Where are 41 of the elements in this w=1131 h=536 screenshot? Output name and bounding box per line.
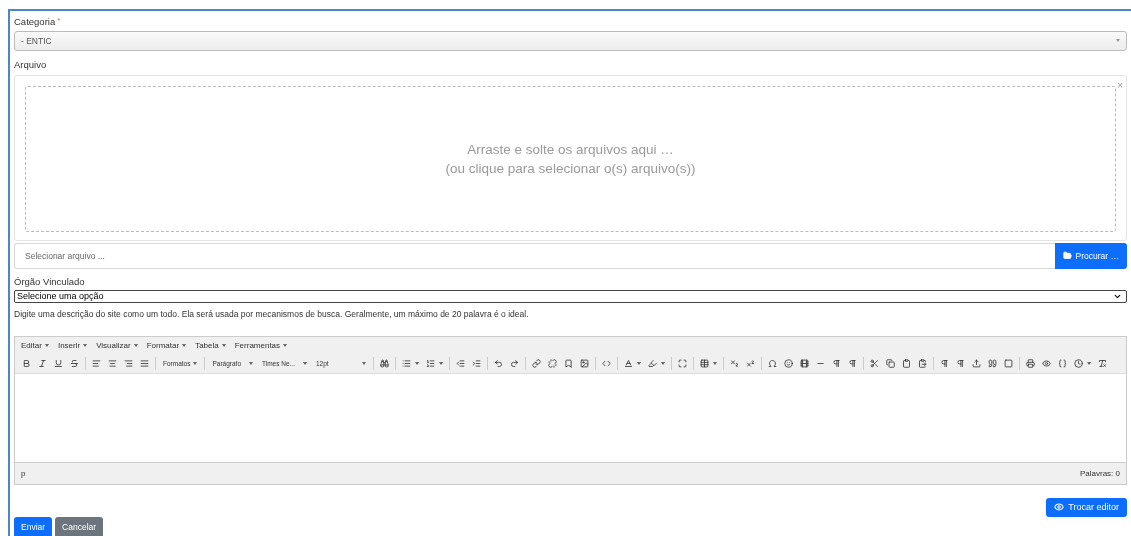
unlink-icon[interactable] xyxy=(545,359,560,369)
menu-item[interactable]: Tabela xyxy=(195,341,226,351)
category-select[interactable]: - ENTIC xyxy=(14,31,1127,51)
square-icon[interactable] xyxy=(1001,359,1016,369)
field-label: Arquivo xyxy=(14,58,48,70)
description-hint: Digite uma descrição do site como um todo. Ela será usada por mecanismos de busca. Geralmente, um máximo de 20 palavra é o ideal. xyxy=(14,309,530,320)
organ-select[interactable]: Selecione uma opção xyxy=(14,289,1127,304)
omega-icon[interactable] xyxy=(765,359,780,369)
menu-item[interactable]: Editar xyxy=(21,341,49,351)
folder-icon xyxy=(1062,251,1072,261)
menu-item[interactable]: Ferramentas xyxy=(234,341,288,351)
file-input-field[interactable]: Selecionar arquivo ... xyxy=(14,242,1055,269)
outdent-icon[interactable] xyxy=(453,359,468,369)
align-justify-icon[interactable] xyxy=(137,359,152,369)
menu-item[interactable]: Visualizar xyxy=(96,341,138,351)
eye-icon xyxy=(1054,502,1065,513)
drop-text: (ou clique para selecionar o(s) arquivo(s)) xyxy=(445,160,696,176)
upload-icon[interactable] xyxy=(969,359,984,369)
code-icon[interactable] xyxy=(599,359,614,369)
fullscreen-icon[interactable] xyxy=(675,359,690,369)
image-icon[interactable] xyxy=(577,359,592,369)
field-label: Categoria * xyxy=(14,16,62,27)
copy-icon[interactable] xyxy=(883,359,898,369)
preview-icon[interactable] xyxy=(1039,359,1054,369)
media-icon[interactable] xyxy=(797,359,812,369)
link-icon[interactable] xyxy=(529,359,544,369)
form-button[interactable]: Enviar xyxy=(14,517,53,536)
form-button[interactable]: Cancelar xyxy=(55,517,104,536)
quote-icon[interactable] xyxy=(985,359,1000,369)
field-label: Órgão Vinculado xyxy=(14,275,86,287)
switch-editor-button[interactable]: Trocar editor xyxy=(1046,497,1127,518)
menu-item[interactable]: Formatar xyxy=(146,341,187,351)
binoculars-icon[interactable] xyxy=(377,359,392,369)
drop-text: Arraste e solte os arquivos aqui … xyxy=(467,141,674,157)
smiley-icon[interactable] xyxy=(781,359,796,369)
browse-button[interactable]: Procurar … xyxy=(1054,242,1127,269)
menu-item[interactable]: Inserir xyxy=(57,341,88,351)
chevron-down-icon xyxy=(1113,292,1122,301)
word-count: Palavras: 0 xyxy=(1079,468,1120,478)
print-icon[interactable] xyxy=(1023,359,1038,369)
element-path: p xyxy=(21,468,26,478)
